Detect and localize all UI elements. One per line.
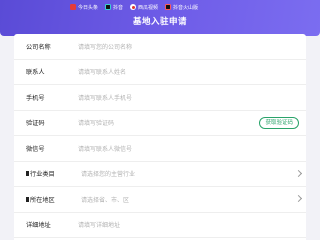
field-label-wrapper: 行业类目	[26, 169, 55, 178]
application-page: 今日头条 抖音 西瓜视频 抖音火山版 基地入驻申请 公司名称 请填写您的公司名称…	[0, 0, 320, 240]
field-label: 详细地址	[26, 222, 51, 230]
partner-douyin: 抖音	[105, 4, 123, 11]
field-label: 公司名称	[26, 43, 51, 51]
partner-huoshan: 抖音火山版	[165, 4, 198, 11]
company-name-input[interactable]: 请填写您的公司名称	[78, 42, 132, 51]
field-label: 微信号	[26, 145, 45, 153]
industry-select-field[interactable]: 行业类目 请选择您的主营行业	[14, 162, 306, 187]
wechat-field[interactable]: 微信号 请填写联系人微信号	[14, 136, 306, 162]
field-label: 手机号	[26, 94, 45, 102]
application-form: 公司名称 请填写您的公司名称 联系人 请填写联系人姓名 手机号 请填写联系人手机…	[14, 34, 306, 240]
partner-label: 今日头条	[78, 4, 99, 11]
page-title: 基地入驻申请	[132, 17, 187, 27]
partner-toutiao: 今日头条	[70, 4, 98, 11]
field-label-wrapper: 所在地区	[26, 195, 55, 204]
phone-input[interactable]: 请填写联系人手机号	[78, 93, 132, 102]
address-input[interactable]: 请填写详细地址	[78, 220, 120, 229]
chevron-right-icon	[294, 194, 303, 203]
field-label: 所在地区	[30, 196, 55, 204]
douyin-logo-icon	[105, 4, 112, 10]
wechat-input[interactable]: 请填写联系人微信号	[78, 144, 132, 153]
phone-field[interactable]: 手机号 请填写联系人手机号	[14, 85, 306, 111]
xigua-logo-icon	[130, 4, 137, 10]
required-marker-icon	[26, 196, 29, 202]
get-code-button[interactable]: 获取验证码	[259, 116, 299, 129]
partner-label: 抖音	[113, 4, 124, 11]
field-label: 验证码	[26, 120, 45, 128]
field-label: 行业类目	[30, 171, 55, 179]
contact-name-input[interactable]: 请填写联系人姓名	[78, 67, 126, 76]
industry-select[interactable]: 请选择您的主营行业	[81, 169, 135, 178]
huoshan-logo-icon	[165, 4, 172, 10]
verification-code-input[interactable]: 请填写验证码	[78, 118, 114, 127]
partner-label: 抖音火山版	[173, 4, 199, 11]
company-name-field[interactable]: 公司名称 请填写您的公司名称	[14, 34, 306, 60]
partner-xigua: 西瓜视频	[130, 4, 158, 11]
header-banner: 今日头条 抖音 西瓜视频 抖音火山版 基地入驻申请	[0, 0, 320, 36]
region-select-field[interactable]: 所在地区 请选择省、市、区	[14, 187, 306, 213]
partner-logos: 今日头条 抖音 西瓜视频 抖音火山版	[70, 2, 198, 12]
field-label: 联系人	[26, 69, 45, 77]
contact-name-field[interactable]: 联系人 请填写联系人姓名	[14, 60, 306, 85]
toutiao-logo-icon	[70, 4, 76, 10]
address-field[interactable]: 详细地址 请填写详细地址	[14, 213, 306, 238]
chevron-right-icon	[294, 169, 303, 177]
required-marker-icon	[26, 171, 29, 177]
region-select[interactable]: 请选择省、市、区	[81, 195, 129, 204]
partner-label: 西瓜视频	[138, 4, 159, 11]
verification-code-field[interactable]: 验证码 请填写验证码 获取验证码	[14, 111, 306, 136]
